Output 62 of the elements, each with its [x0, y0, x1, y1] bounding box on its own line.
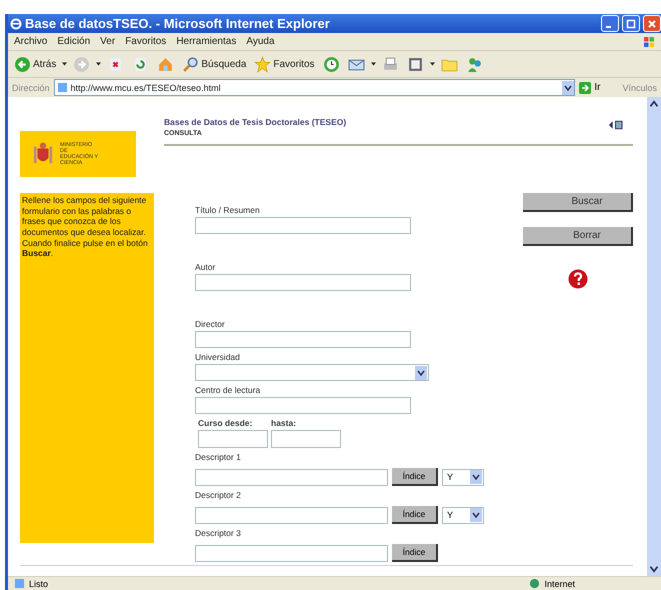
- menu-item[interactable]: Edición: [57, 36, 90, 47]
- favorites-button[interactable]: Favoritos: [252, 56, 317, 72]
- field-label: Descriptor 1: [195, 452, 242, 462]
- address-field[interactable]: http://www.mcu.es/TESEO/teseo.html: [54, 79, 576, 96]
- dropdown-arrow-icon[interactable]: [62, 62, 68, 66]
- text-field[interactable]: [195, 217, 411, 234]
- minimize-button[interactable]: [601, 15, 619, 32]
- field-label: Curso desde:: [198, 418, 254, 428]
- dropdown-field[interactable]: [195, 364, 429, 381]
- field-label: Descriptor 3: [195, 528, 242, 538]
- index-button[interactable]: Índice: [392, 506, 438, 524]
- speaker-icon[interactable]: [608, 120, 623, 130]
- field-label: Autor: [195, 262, 216, 272]
- field-label: Descriptor 2: [195, 490, 242, 500]
- dropdown-arrow-icon[interactable]: [430, 62, 435, 66]
- page-icon: [14, 578, 25, 589]
- maximize-icon: [626, 18, 636, 28]
- dropdown-arrow-icon[interactable]: [96, 62, 102, 66]
- operator-dropdown[interactable]: Y: [442, 506, 484, 524]
- menu-item[interactable]: Ver: [100, 36, 116, 47]
- text-field[interactable]: [195, 468, 388, 486]
- field-label: Director: [195, 319, 226, 329]
- text-field[interactable]: [195, 331, 411, 348]
- clear-button[interactable]: Borrar: [523, 227, 633, 246]
- instructions-text: Rellene los campos del siguiente formulario con las palabras o frases que conozca de los documentos que desea localizar. Cuando finalice pulse en el botón Buscar.: [22, 195, 149, 259]
- window-title: Base de datosTSEO. - Microsoft Internet Explorer: [25, 16, 330, 31]
- menu-item[interactable]: Archivo: [14, 36, 48, 47]
- star-icon: [254, 56, 272, 72]
- index-button[interactable]: Índice: [392, 468, 438, 486]
- close-button[interactable]: [643, 15, 661, 32]
- menu-item[interactable]: Herramientas: [176, 36, 236, 47]
- status-text: Listo: [29, 578, 48, 588]
- address-label: Dirección: [12, 82, 50, 92]
- back-button[interactable]: Atrás: [12, 56, 58, 72]
- minimize-icon: [606, 26, 611, 28]
- text-field[interactable]: [271, 430, 341, 448]
- menu-item[interactable]: Favoritos: [125, 36, 166, 47]
- text-field[interactable]: [195, 544, 388, 562]
- help-icon[interactable]: [568, 269, 588, 289]
- menu-item[interactable]: Ayuda: [246, 36, 275, 47]
- search-button[interactable]: Búsqueda: [180, 56, 248, 72]
- page-title: Bases de Datos de Tesis Doctorales (TESEO): [164, 117, 348, 127]
- zone-text: Internet: [544, 578, 575, 588]
- magnifier-icon: [182, 56, 200, 72]
- index-button[interactable]: Índice: [392, 544, 438, 562]
- globe-icon: [529, 578, 540, 589]
- text-field[interactable]: [195, 274, 411, 291]
- field-label: Título / Resumen: [195, 205, 261, 215]
- operator-dropdown[interactable]: Y: [442, 468, 484, 486]
- dropdown-arrow-icon[interactable]: [370, 62, 376, 66]
- field-label: Centro de lectura: [195, 385, 262, 395]
- close-icon: [647, 18, 657, 28]
- text-field[interactable]: [195, 506, 388, 524]
- page-icon: [56, 82, 68, 93]
- field-label: Universidad: [195, 352, 241, 362]
- search-button[interactable]: Buscar: [523, 193, 633, 212]
- field-label: hasta:: [271, 418, 298, 428]
- scrollbar[interactable]: [647, 97, 661, 576]
- windows-logo-icon: [643, 36, 655, 48]
- maximize-button[interactable]: [622, 15, 640, 32]
- text-field[interactable]: [195, 397, 411, 414]
- text-field[interactable]: [198, 430, 268, 448]
